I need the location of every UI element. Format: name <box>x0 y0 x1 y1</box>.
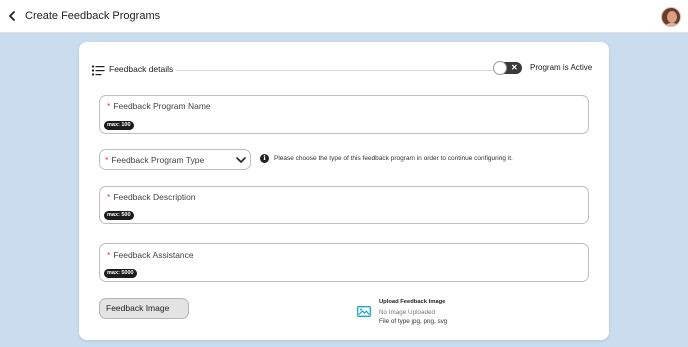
program-active-label: Program is Active <box>530 63 593 72</box>
program-type-select[interactable]: * Feedback Program Type <box>99 149 251 170</box>
required-mark: * <box>107 192 111 202</box>
program-name-label-text: Feedback Program Name <box>113 101 211 111</box>
feedback-form-card: Feedback details ✕ Program is Active * Fe… <box>79 42 609 340</box>
assistance-label-text: Feedback Assistance <box>113 250 194 260</box>
page-title: Create Feedback Programs <box>25 10 161 22</box>
upload-status: No Image Uploaded <box>379 309 436 316</box>
assistance-label: * Feedback Assistance <box>107 250 194 260</box>
program-type-hint: Please choose the type of this feedback … <box>274 155 513 162</box>
program-name-field[interactable]: * Feedback Program Name max: 100 <box>99 95 589 134</box>
program-type-label: * Feedback Program Type <box>105 155 204 165</box>
description-label: * Feedback Description <box>107 192 196 202</box>
upload-image-title[interactable]: Upload Feedback Image <box>379 299 445 305</box>
max-length-badge: max: 500 <box>104 211 134 220</box>
section-divider <box>176 70 494 71</box>
max-length-badge: max: 5000 <box>104 269 137 278</box>
program-active-toggle[interactable]: ✕ <box>493 61 522 75</box>
assistance-field[interactable]: * Feedback Assistance max: 5000 <box>99 243 589 282</box>
feedback-image-button[interactable]: Feedback Image <box>99 298 189 319</box>
info-icon: i <box>260 154 269 163</box>
chevron-down-icon <box>236 157 246 163</box>
required-mark: * <box>105 155 109 165</box>
max-length-badge: max: 100 <box>104 121 134 130</box>
image-icon[interactable] <box>357 306 371 317</box>
toggle-knob <box>493 61 507 75</box>
description-label-text: Feedback Description <box>113 192 196 202</box>
user-avatar[interactable] <box>661 7 681 27</box>
program-type-label-text: Feedback Program Type <box>111 155 205 165</box>
upload-file-types: File of type jpg, png, svg <box>379 318 448 325</box>
required-mark: * <box>107 250 111 260</box>
list-icon <box>92 65 105 76</box>
section-title: Feedback details <box>109 64 174 74</box>
toggle-off-icon: ✕ <box>511 63 518 72</box>
required-mark: * <box>107 101 111 111</box>
program-name-label: * Feedback Program Name <box>107 101 211 111</box>
top-bar: Create Feedback Programs <box>0 0 688 33</box>
chevron-left-icon[interactable] <box>6 9 20 23</box>
description-field[interactable]: * Feedback Description max: 500 <box>99 186 589 224</box>
